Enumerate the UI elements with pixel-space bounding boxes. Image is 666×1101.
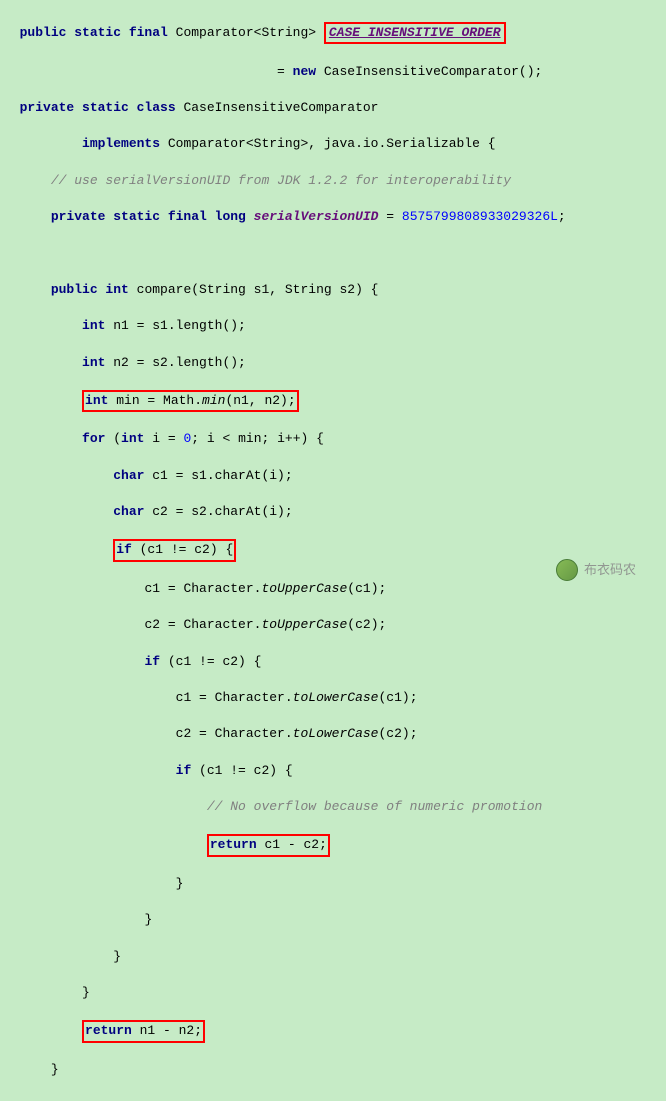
text: CaseInsensitiveComparator(); — [324, 64, 542, 79]
static-method: toUpperCase — [261, 581, 347, 596]
keyword: new — [293, 64, 324, 79]
keyword: return — [210, 837, 257, 852]
text: (c1 != c2) { — [132, 542, 233, 557]
code-line: char c2 = s2.charAt(i); — [0, 503, 666, 521]
code-line: } — [0, 984, 666, 1002]
highlight-box: if (c1 != c2) { — [113, 539, 236, 561]
text: (c1); — [347, 581, 386, 596]
brace: } — [51, 1062, 59, 1077]
keyword: if — [116, 542, 132, 557]
code-line: int min = Math.min(n1, n2); — [0, 390, 666, 412]
static-method: toUpperCase — [261, 617, 347, 632]
code-line: } — [0, 911, 666, 929]
text: (c2); — [379, 726, 418, 741]
code-line: return c1 - c2; — [0, 834, 666, 856]
code-line: char c1 = s1.charAt(i); — [0, 467, 666, 485]
keyword: int — [82, 318, 113, 333]
text: ; — [558, 209, 566, 224]
type-text: Comparator<String> — [176, 25, 324, 40]
keyword: public int — [51, 282, 137, 297]
code-block: public static final Comparator<String> C… — [0, 0, 666, 1101]
keyword: int — [85, 393, 108, 408]
watermark-icon — [556, 559, 578, 581]
keyword: return — [85, 1023, 132, 1038]
text: ( — [113, 431, 121, 446]
text: (c2); — [347, 617, 386, 632]
code-line: private static class CaseInsensitiveComp… — [0, 99, 666, 117]
class-name: CaseInsensitiveComparator — [183, 100, 378, 115]
code-line: c2 = Character.toUpperCase(c2); — [0, 616, 666, 634]
text: (c1 != c2) { — [168, 654, 262, 669]
watermark-text: 布衣码农 — [584, 561, 636, 579]
keyword: int — [82, 355, 113, 370]
text: (c1); — [379, 690, 418, 705]
keyword: if — [176, 763, 199, 778]
comment: // use serialVersionUID from JDK 1.2.2 f… — [51, 173, 511, 188]
brace: } — [113, 949, 121, 964]
code-line: c1 = Character.toUpperCase(c1); — [0, 580, 666, 598]
text: n2 = s2.length(); — [113, 355, 246, 370]
keyword: char — [113, 468, 152, 483]
text: c2 = Character. — [144, 617, 261, 632]
text: ; i < min; i++) { — [191, 431, 324, 446]
keyword: for — [82, 431, 113, 446]
text: i = — [152, 431, 183, 446]
code-line: public int compare(String s1, String s2)… — [0, 281, 666, 299]
code-line: implements Comparator<String>, java.io.S… — [0, 135, 666, 153]
static-method: toLowerCase — [293, 690, 379, 705]
highlight-box-field: CASE_INSENSITIVE_ORDER — [324, 22, 506, 44]
text: Comparator<String>, java.io.Serializable… — [168, 136, 496, 151]
code-line: if (c1 != c2) { — [0, 762, 666, 780]
text: n1 = s1.length(); — [113, 318, 246, 333]
text: c1 - c2; — [257, 837, 327, 852]
text: c1 = Character. — [144, 581, 261, 596]
keyword: private static final long — [51, 209, 254, 224]
code-line: c2 = Character.toLowerCase(c2); — [0, 725, 666, 743]
watermark: 布衣码农 — [556, 559, 636, 581]
code-line: public static final Comparator<String> C… — [0, 22, 666, 44]
static-method: min — [202, 393, 225, 408]
code-line: for (int i = 0; i < min; i++) { — [0, 430, 666, 448]
highlight-box: int min = Math.min(n1, n2); — [82, 390, 299, 412]
text: n1 - n2; — [132, 1023, 202, 1038]
brace: } — [144, 912, 152, 927]
text: c2 = s2.charAt(i); — [152, 504, 292, 519]
brace: } — [82, 985, 90, 1000]
code-line: } — [0, 875, 666, 893]
number: 8575799808933029326L — [402, 209, 558, 224]
text: c2 = Character. — [176, 726, 293, 741]
field-name: serialVersionUID — [254, 209, 379, 224]
text: = — [378, 209, 401, 224]
keyword: private static class — [20, 100, 184, 115]
code-line — [0, 244, 666, 262]
highlight-box: return c1 - c2; — [207, 834, 330, 856]
code-line: // use serialVersionUID from JDK 1.2.2 f… — [0, 172, 666, 190]
code-line: private static final long serialVersionU… — [0, 208, 666, 226]
keyword: char — [113, 504, 152, 519]
code-line: c1 = Character.toLowerCase(c1); — [0, 689, 666, 707]
text: c1 = Character. — [176, 690, 293, 705]
text: c1 = s1.charAt(i); — [152, 468, 292, 483]
code-line: int n2 = s2.length(); — [0, 354, 666, 372]
code-line: int n1 = s1.length(); — [0, 317, 666, 335]
comment: // No overflow because of numeric promot… — [207, 799, 542, 814]
text: (n1, n2); — [225, 393, 295, 408]
keyword: if — [144, 654, 167, 669]
keyword: implements — [82, 136, 168, 151]
keyword: int — [121, 431, 152, 446]
text: compare(String s1, String s2) { — [137, 282, 379, 297]
static-method: toLowerCase — [293, 726, 379, 741]
code-line: = new CaseInsensitiveComparator(); — [0, 63, 666, 81]
text: (c1 != c2) { — [199, 763, 293, 778]
keyword: public static final — [20, 25, 176, 40]
code-line: return n1 - n2; — [0, 1020, 666, 1042]
highlight-box: return n1 - n2; — [82, 1020, 205, 1042]
code-line: if (c1 != c2) { — [0, 653, 666, 671]
code-line: // No overflow because of numeric promot… — [0, 798, 666, 816]
code-line: } — [0, 948, 666, 966]
code-line: } — [0, 1061, 666, 1079]
brace: } — [176, 876, 184, 891]
text: min = Math. — [108, 393, 202, 408]
text: = — [277, 64, 293, 79]
